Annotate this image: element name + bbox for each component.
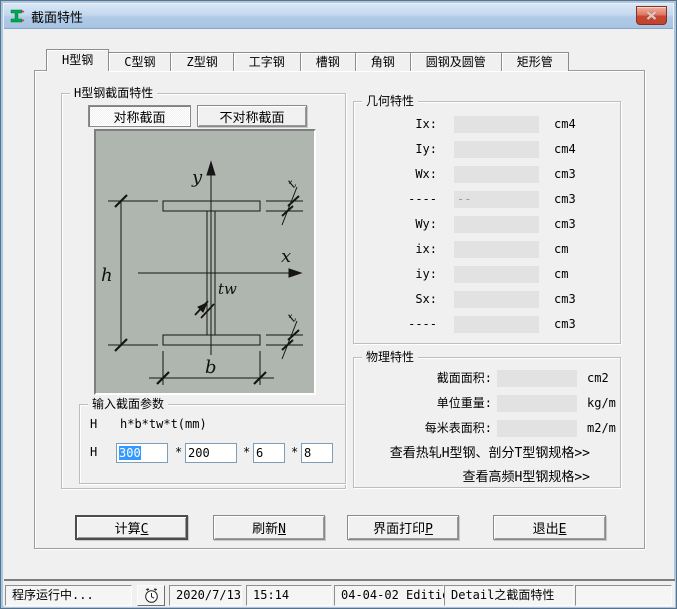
dash-field: -- xyxy=(454,191,539,208)
geometry-groupbox: 几何特性 Ix: cm4 Iy: cm4 Wx: cm3 ---- -- cm3… xyxy=(353,94,621,344)
b-dimension-label: b xyxy=(205,357,217,378)
iy-field xyxy=(454,141,539,158)
surface-area-field xyxy=(497,420,577,437)
tab-round-steel-pipe[interactable]: 圆钢及圆管 xyxy=(409,52,502,71)
symmetric-section-button[interactable]: 对称截面 xyxy=(88,105,191,127)
h-section-groupbox-title: H型钢截面特性 xyxy=(70,86,158,101)
clock-icon xyxy=(144,588,158,603)
b-value-input[interactable]: 200 xyxy=(185,443,237,463)
row-type-label: H xyxy=(90,445,98,459)
tab-channel-steel[interactable]: 槽钢 xyxy=(299,52,356,71)
tw-value-input[interactable]: 6 xyxy=(253,443,285,463)
y-axis-arrow xyxy=(206,160,216,176)
tab-rect-tube[interactable]: 矩形管 xyxy=(500,52,569,71)
tab-angle-steel[interactable]: 角钢 xyxy=(354,52,411,71)
section-properties-window: 截面特性 H型钢 C型钢 Z型钢 工字钢 槽钢 角钢 圆钢及圆管 矩形管 H型钢… xyxy=(0,0,677,609)
ix-field xyxy=(454,116,539,133)
status-bar: 程序运行中... 2020/7/13 15:14 04-04-02 Editio… xyxy=(4,579,675,607)
calculate-button[interactable]: 计算C xyxy=(75,515,188,540)
window-title: 截面特性 xyxy=(31,10,84,26)
multiply-sign: * xyxy=(175,445,183,459)
tab-strip: H型钢 C型钢 Z型钢 工字钢 槽钢 角钢 圆钢及圆管 矩形管 xyxy=(46,49,569,71)
hot-rolled-spec-link[interactable]: 查看热轧H型钢、剖分T型钢规格>> xyxy=(390,442,590,461)
titlebar[interactable]: 截面特性 xyxy=(4,4,673,29)
input-parameters-groupbox: 输入截面参数 H h*b*tw*t(mm) H 300 * 200 * 6 * … xyxy=(79,397,346,484)
format-label: h*b*tw*t(mm) xyxy=(120,417,207,431)
t-bottom-dimension-label: t xyxy=(285,311,300,325)
multiply-sign: * xyxy=(291,445,299,459)
t-value-input[interactable]: 8 xyxy=(301,443,333,463)
section-type-label: H xyxy=(90,417,98,431)
status-empty xyxy=(575,585,672,606)
tab-z-steel[interactable]: Z型钢 xyxy=(170,52,234,71)
iy-radius-field xyxy=(454,266,539,283)
tw-dimension-label: tw xyxy=(218,280,237,298)
status-page: Detail之截面特性 xyxy=(444,585,574,606)
high-frequency-spec-link[interactable]: 查看高频H型钢规格>> xyxy=(463,466,590,485)
y-axis-label: y xyxy=(191,167,203,188)
physical-groupbox: 物理特性 截面面积: cm2 单位重量: kg/m 每米表面积: m2/m 查看… xyxy=(353,350,621,488)
h-value-input[interactable]: 300 xyxy=(116,443,168,463)
h-dimension-label: h xyxy=(101,265,113,286)
status-edition: 04-04-02 Edition xyxy=(334,585,457,606)
refresh-button[interactable]: 刷新N xyxy=(213,515,325,540)
asymmetric-section-button[interactable]: 不对称截面 xyxy=(197,105,307,127)
tab-i-steel[interactable]: 工字钢 xyxy=(232,52,301,71)
close-button[interactable] xyxy=(636,6,667,25)
physical-groupbox-title: 物理特性 xyxy=(362,350,419,365)
status-running: 程序运行中... xyxy=(5,585,132,606)
sx-field xyxy=(454,291,539,308)
multiply-sign: * xyxy=(243,445,251,459)
ix-radius-field xyxy=(454,241,539,258)
h-beam-app-icon xyxy=(10,9,25,23)
t-top-dimension-label: t xyxy=(285,177,300,191)
x-axis-label: x xyxy=(281,246,291,267)
unit-weight-field xyxy=(497,395,577,412)
dash-field-2 xyxy=(454,316,539,333)
tab-c-steel[interactable]: C型钢 xyxy=(108,52,172,71)
geometry-groupbox-title: 几何特性 xyxy=(362,94,419,109)
wx-field xyxy=(454,166,539,183)
h-section-diagram: y x h b tw t t xyxy=(94,129,316,395)
clock-button[interactable] xyxy=(137,585,165,606)
print-button[interactable]: 界面打印P xyxy=(347,515,459,540)
tab-h-steel[interactable]: H型钢 xyxy=(46,49,110,71)
wy-field xyxy=(454,216,539,233)
x-axis-arrow xyxy=(288,268,303,278)
input-parameters-title: 输入截面参数 xyxy=(88,397,169,412)
status-time: 15:14 xyxy=(246,585,332,606)
area-field xyxy=(497,370,577,387)
exit-button[interactable]: 退出E xyxy=(493,515,606,540)
status-date: 2020/7/13 xyxy=(169,585,242,606)
close-icon xyxy=(646,11,657,20)
